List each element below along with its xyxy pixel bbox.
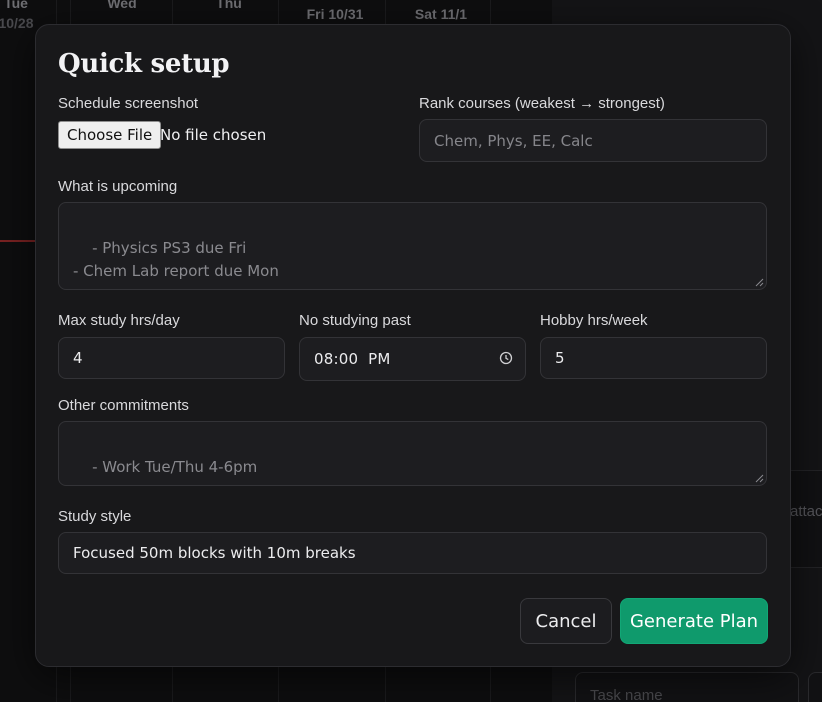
commitments-placeholder: - Work Tue/Thu 4-6pm [92,458,258,476]
resize-grip-icon[interactable] [755,474,764,483]
day-name: Wed [107,0,137,11]
max-study-input[interactable]: 4 [58,337,285,379]
upcoming-placeholder: - Physics PS3 due Fri - Chem Lab report … [73,239,279,280]
study-style-label: Study style [58,508,132,525]
quick-setup-dialog: Quick setup Schedule screenshot Choose F… [35,24,791,667]
upcoming-label: What is upcoming [58,178,178,195]
hobby-label: Hobby hrs/week [540,312,648,329]
commitments-label: Other commitments [58,397,189,414]
commitments-textarea[interactable]: - Work Tue/Thu 4-6pm [58,421,767,486]
day-header-sat: Sat 11/1 [391,7,491,21]
day-header-thu: Thu [179,0,279,10]
task-name-input[interactable]: Task name [575,672,799,702]
dialog-title: Quick setup [58,49,230,79]
day-header-wed: Wed [72,0,172,10]
no-study-past-label: No studying past [299,312,411,329]
hobby-input[interactable]: 5 [540,337,767,379]
study-style-input[interactable]: Focused 50m blocks with 10m breaks [58,532,767,574]
file-status-text: No file chosen [160,126,267,144]
generate-plan-button[interactable]: Generate Plan [620,598,768,644]
no-study-past-input[interactable]: 08:00 PM [299,337,526,381]
rank-courses-label: Rank courses (weakest → strongest) [419,95,665,112]
day-header-fri: Fri 10/31 [285,7,385,21]
max-study-label: Max study hrs/day [58,312,180,329]
day-name: Sat 11/1 [414,6,468,22]
resize-grip-icon[interactable] [755,278,764,287]
schedule-label: Schedule screenshot [58,95,199,112]
time-value: 08:00 PM [314,350,391,368]
current-time-indicator [0,240,36,242]
attach-label: attac [790,503,822,520]
clock-icon[interactable] [499,351,513,365]
choose-file-button[interactable]: Choose File [58,121,162,149]
day-name: Thu [216,0,242,11]
rank-courses-input[interactable]: Chem, Phys, EE, Calc [419,119,767,162]
task-add-button[interactable] [808,672,822,702]
cancel-button[interactable]: Cancel [520,598,612,644]
day-name: Tue [4,0,28,11]
upcoming-textarea[interactable]: - Physics PS3 due Fri - Chem Lab report … [58,202,767,290]
day-name: Fri 10/31 [306,6,364,22]
